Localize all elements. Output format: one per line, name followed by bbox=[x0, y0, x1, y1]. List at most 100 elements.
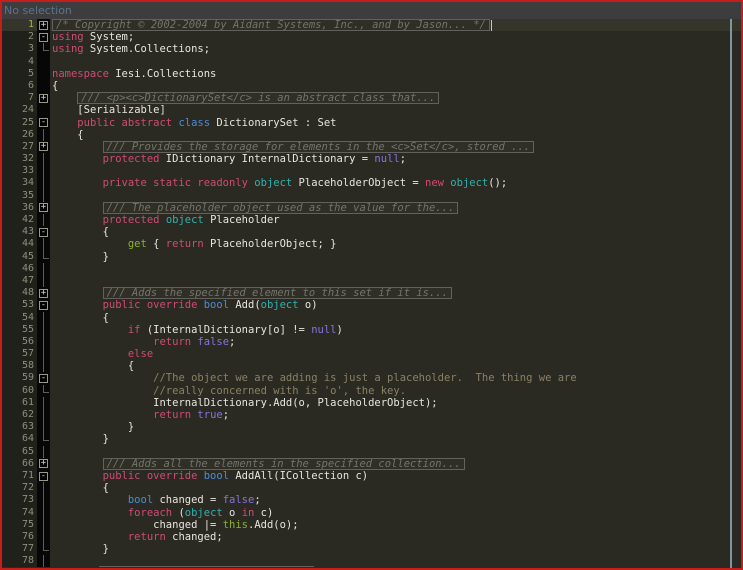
code-line-35[interactable]: 35 bbox=[2, 189, 741, 202]
code-line-73[interactable]: 73 bool changed = false; bbox=[2, 494, 741, 507]
code-text: { bbox=[102, 226, 109, 239]
fold-expand-icon[interactable]: + bbox=[37, 92, 50, 105]
fold-collapse-icon[interactable]: - bbox=[37, 469, 50, 483]
fold-margin bbox=[37, 335, 50, 349]
code-line-56[interactable]: 56 return false; bbox=[2, 335, 741, 349]
code-line-77[interactable]: 77 } bbox=[2, 543, 741, 556]
collapsed-doc-comment[interactable]: /// Provides the storage for elements in… bbox=[102, 140, 535, 153]
code-line-72[interactable]: 72 { bbox=[2, 482, 741, 495]
fold-expand-icon[interactable]: + bbox=[37, 201, 50, 214]
code-line-7[interactable]: 7 + /// <p><c>DictionarySet</c> is an abs… bbox=[2, 92, 741, 105]
code-line-45[interactable]: 45 } bbox=[2, 250, 741, 263]
code-line-58[interactable]: 58 { bbox=[2, 360, 741, 373]
code-text: return changed; bbox=[127, 530, 223, 543]
code-line-57[interactable]: 57 else bbox=[2, 348, 741, 361]
fold-collapse-icon[interactable]: - bbox=[37, 31, 50, 44]
code-line-62[interactable]: 62 return true; bbox=[2, 409, 741, 422]
code-line-4[interactable]: 4 bbox=[2, 55, 741, 68]
fold-expand-icon[interactable]: + bbox=[37, 140, 50, 154]
fold-margin bbox=[37, 55, 50, 68]
code-line-47[interactable]: 47 bbox=[2, 274, 741, 288]
code-text: public override bool Add(object o) bbox=[102, 299, 318, 312]
collapsed-doc-comment[interactable]: /// Adds the specified element to this s… bbox=[102, 287, 452, 300]
code-line-2[interactable]: 2- using System; bbox=[2, 31, 741, 44]
code-line-55[interactable]: 55 if (InternalDictionary[o] != null) bbox=[2, 323, 741, 336]
fold-margin bbox=[37, 238, 50, 251]
code-line-24[interactable]: 24 [Serializable] bbox=[2, 104, 741, 117]
fold-margin bbox=[37, 348, 50, 361]
fold-margin bbox=[37, 323, 50, 336]
fold-collapse-icon[interactable]: - bbox=[37, 299, 50, 312]
vertical-scrollbar[interactable] bbox=[730, 19, 732, 568]
code-text: { bbox=[102, 311, 109, 324]
code-line-65[interactable]: 65 bbox=[2, 445, 741, 458]
line-number: 62 bbox=[2, 409, 37, 422]
code-text: namespace Iesi.Collections bbox=[52, 67, 217, 80]
line-number: 78 bbox=[2, 555, 37, 568]
line-number: 43 bbox=[2, 226, 37, 239]
code-editor[interactable]: 1 +/* Copyright © 2002-2004 by Aidant Sys… bbox=[2, 19, 741, 568]
code-line-26[interactable]: 26 { bbox=[2, 128, 741, 141]
fold-collapse-icon[interactable]: - bbox=[37, 226, 50, 239]
collapsed-doc-comment[interactable]: /// Adds all the elements in the specifi… bbox=[102, 457, 465, 470]
code-text: if (InternalDictionary[o] != null) bbox=[127, 323, 343, 336]
code-line-25[interactable]: 25- public abstract class DictionarySet … bbox=[2, 116, 741, 129]
code-text bbox=[50, 263, 741, 275]
line-number: 53 bbox=[2, 299, 37, 312]
collapsed-doc-comment[interactable]: /* Copyright © 2002-2004 by Aidant Syste… bbox=[52, 19, 490, 31]
fold-expand-icon[interactable]: + bbox=[37, 287, 50, 300]
code-line-6[interactable]: 6{ bbox=[2, 79, 741, 93]
line-number: 60 bbox=[2, 384, 37, 397]
fold-margin bbox=[37, 506, 50, 519]
code-line-42[interactable]: 42 protected object Placeholder bbox=[2, 214, 741, 227]
code-line-60[interactable]: 60 //really concerned with is 'o', the k… bbox=[2, 384, 741, 397]
line-number: 45 bbox=[2, 250, 37, 263]
code-line-44[interactable]: 44 get { return PlaceholderObject; } bbox=[2, 238, 741, 251]
code-line-53[interactable]: 53- public override bool Add(object o) bbox=[2, 299, 741, 312]
line-number: 75 bbox=[2, 518, 37, 531]
code-line-76[interactable]: 76 return changed; bbox=[2, 530, 741, 544]
code-line-66[interactable]: 66 + /// Adds all the elements in the spe… bbox=[2, 457, 741, 470]
code-line-1[interactable]: 1 +/* Copyright © 2002-2004 by Aidant Sys… bbox=[2, 19, 741, 32]
fold-margin bbox=[37, 433, 50, 446]
code-line-75[interactable]: 75 changed |= this.Add(o); bbox=[2, 518, 741, 531]
collapsed-doc-comment[interactable]: /// The placeholder object used as the v… bbox=[102, 201, 459, 214]
fold-expand-icon[interactable]: + bbox=[37, 457, 50, 470]
fold-margin bbox=[37, 360, 50, 373]
code-line-27[interactable]: 27 + /// Provides the storage for element… bbox=[2, 140, 741, 154]
fold-collapse-icon[interactable]: - bbox=[37, 372, 50, 385]
code-text bbox=[50, 275, 741, 287]
code-line-61[interactable]: 61 InternalDictionary.Add(o, Placeholder… bbox=[2, 396, 741, 409]
code-line-48[interactable]: 48 + /// Adds the specified element to th… bbox=[2, 287, 741, 300]
code-line-59[interactable]: 59- //The object we are adding is just a… bbox=[2, 372, 741, 385]
code-line-5[interactable]: 5 namespace Iesi.Collections bbox=[2, 67, 741, 80]
code-line-34[interactable]: 34 private static readonly object Placeh… bbox=[2, 177, 741, 190]
code-line-64[interactable]: 64 } bbox=[2, 433, 741, 446]
fold-margin bbox=[37, 214, 50, 227]
line-number: 34 bbox=[2, 177, 37, 190]
collapsed-doc-comment[interactable]: /// <p><c>DictionarySet</c> is an abstra… bbox=[77, 92, 440, 105]
code-line-71[interactable]: 71- public override bool AddAll(ICollect… bbox=[2, 469, 741, 483]
code-text: protected IDictionary InternalDictionary… bbox=[102, 153, 407, 166]
code-line-54[interactable]: 54 { bbox=[2, 311, 741, 324]
line-number: 61 bbox=[2, 396, 37, 409]
code-line-36[interactable]: 36 + /// The placeholder object used as t… bbox=[2, 201, 741, 214]
code-line-43[interactable]: 43- { bbox=[2, 226, 741, 239]
code-line-63[interactable]: 63 } bbox=[2, 421, 741, 434]
code-line-46[interactable]: 46 bbox=[2, 262, 741, 275]
code-line-74[interactable]: 74 foreach (object o in c) bbox=[2, 506, 741, 519]
fold-margin bbox=[37, 311, 50, 324]
code-text: /// The placeholder object used as the v… bbox=[50, 201, 741, 214]
code-line-78[interactable]: 78 bbox=[2, 555, 741, 568]
fold-expand-icon[interactable]: + bbox=[37, 19, 50, 32]
code-line-33[interactable]: 33 bbox=[2, 165, 741, 178]
fold-margin bbox=[37, 79, 50, 93]
code-line-32[interactable]: 32 protected IDictionary InternalDiction… bbox=[2, 153, 741, 166]
code-line-3[interactable]: 3 using System.Collections; bbox=[2, 43, 741, 56]
line-number: 77 bbox=[2, 543, 37, 556]
app-window: No selection 1 +/* Copyright © 2002-2004 … bbox=[0, 0, 743, 570]
fold-collapse-icon[interactable]: - bbox=[37, 116, 50, 129]
line-number: 42 bbox=[2, 214, 37, 227]
line-number: 73 bbox=[2, 494, 37, 507]
fold-margin bbox=[37, 409, 50, 422]
